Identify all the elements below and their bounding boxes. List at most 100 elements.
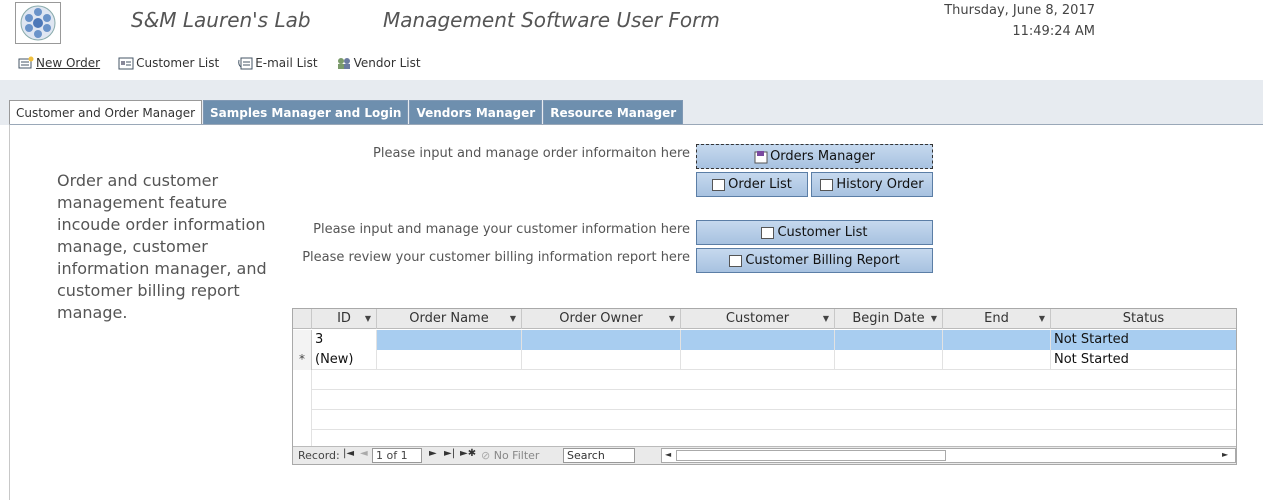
last-record-icon[interactable]: ►| bbox=[444, 448, 455, 459]
cell-status[interactable]: Not Started bbox=[1051, 350, 1236, 370]
column-header-order-name[interactable]: Order Name ▼ bbox=[377, 309, 522, 329]
cell-order-name[interactable] bbox=[377, 330, 522, 350]
new-record-icon[interactable]: ►✱ bbox=[460, 448, 476, 459]
scroll-right-icon[interactable]: ► bbox=[1222, 450, 1228, 459]
orders-manager-icon bbox=[754, 150, 768, 163]
row-selector[interactable] bbox=[293, 330, 312, 350]
search-input[interactable]: Search bbox=[563, 448, 635, 463]
vendor-list-link[interactable]: Vendor List bbox=[336, 56, 421, 70]
orders-manager-button[interactable]: Orders Manager bbox=[696, 144, 933, 169]
sort-arrow-icon[interactable]: ▼ bbox=[931, 309, 937, 328]
select-all-corner[interactable] bbox=[293, 309, 312, 329]
first-record-icon[interactable]: |◄ bbox=[343, 448, 354, 459]
new-order-icon bbox=[18, 56, 34, 69]
vendor-list-label: Vendor List bbox=[353, 56, 421, 70]
record-navigation-bar: Record: |◄ ◄ 1 of 1 ► ►| ►✱ ⊘ No Filter … bbox=[293, 446, 1236, 464]
report-icon bbox=[729, 254, 743, 267]
record-label: Record: bbox=[298, 449, 340, 462]
customer-list-button[interactable]: Customer List bbox=[696, 220, 933, 245]
cell-customer[interactable] bbox=[681, 330, 835, 350]
horizontal-scrollbar[interactable]: ◄ ► bbox=[661, 448, 1236, 463]
sort-arrow-icon[interactable]: ▼ bbox=[823, 309, 829, 328]
customer-list-button-label: Customer List bbox=[777, 225, 868, 240]
current-time: 11:49:24 AM bbox=[1012, 24, 1095, 39]
filter-icon: ⊘ bbox=[481, 449, 494, 462]
column-customer-label: Customer bbox=[725, 311, 790, 326]
datasheet-header: ID ▼ Order Name ▼ Order Owner ▼ Customer ▼ B… bbox=[293, 309, 1236, 329]
column-end-label: End bbox=[984, 311, 1009, 326]
current-record-field[interactable]: 1 of 1 bbox=[372, 448, 422, 463]
customer-billing-report-label: Customer Billing Report bbox=[745, 253, 900, 268]
table-row-new[interactable]: * (New) Not Started bbox=[293, 350, 1236, 370]
tab-resource-manager[interactable]: Resource Manager bbox=[543, 100, 684, 125]
tab-samples-manager-and-login[interactable]: Samples Manager and Login bbox=[203, 100, 409, 125]
order-list-button[interactable]: Order List bbox=[696, 172, 808, 197]
email-list-icon bbox=[238, 57, 253, 70]
sort-arrow-icon[interactable]: ▼ bbox=[1039, 309, 1045, 328]
previous-record-icon[interactable]: ◄ bbox=[360, 448, 368, 459]
scroll-thumb[interactable] bbox=[676, 450, 946, 461]
row-selector bbox=[293, 370, 312, 390]
column-order-owner-label: Order Owner bbox=[559, 311, 643, 326]
column-id-label: ID bbox=[337, 311, 351, 326]
form-icon bbox=[820, 178, 834, 191]
tab-vendors-manager[interactable]: Vendors Manager bbox=[409, 100, 543, 125]
column-header-begin-date[interactable]: Begin Date ▼ bbox=[835, 309, 943, 329]
customer-list-link[interactable]: Customer List bbox=[118, 56, 219, 70]
cell-customer[interactable] bbox=[681, 350, 835, 370]
column-header-order-owner[interactable]: Order Owner ▼ bbox=[522, 309, 681, 329]
order-list-label: Order List bbox=[728, 177, 792, 192]
cell-end[interactable] bbox=[943, 330, 1051, 350]
empty-row bbox=[293, 390, 1236, 410]
no-filter-button[interactable]: ⊘ No Filter bbox=[481, 449, 539, 462]
new-record-selector[interactable]: * bbox=[293, 350, 312, 370]
column-header-end[interactable]: End ▼ bbox=[943, 309, 1051, 329]
hexagon-logo-icon bbox=[20, 5, 56, 41]
new-order-label: New Order bbox=[36, 56, 101, 70]
cell-order-name[interactable] bbox=[377, 350, 522, 370]
table-row[interactable]: 3 Not Started bbox=[293, 330, 1236, 350]
next-record-icon[interactable]: ► bbox=[429, 448, 437, 459]
customer-list-label: Customer List bbox=[136, 56, 220, 70]
scroll-left-icon[interactable]: ◄ bbox=[665, 450, 671, 459]
cell-id[interactable]: (New) bbox=[312, 350, 377, 370]
column-header-customer[interactable]: Customer ▼ bbox=[681, 309, 835, 329]
column-header-id[interactable]: ID ▼ bbox=[312, 309, 377, 329]
form-title: Management Software User Form bbox=[383, 8, 720, 32]
sort-arrow-icon[interactable]: ▼ bbox=[510, 309, 516, 328]
new-order-link[interactable]: New Order bbox=[18, 56, 100, 70]
billing-prompt: Please review your customer billing info… bbox=[302, 250, 690, 265]
row-selector bbox=[293, 410, 312, 430]
cell-status[interactable]: Not Started bbox=[1051, 330, 1236, 350]
current-date: Thursday, June 8, 2017 bbox=[944, 3, 1095, 18]
tab-strip: Customer and Order Manager Samples Manag… bbox=[9, 100, 684, 125]
customer-billing-report-button[interactable]: Customer Billing Report bbox=[696, 248, 933, 273]
no-filter-label: No Filter bbox=[493, 449, 540, 462]
email-list-link[interactable]: E-mail List bbox=[237, 56, 318, 70]
feature-description: Order and customer management feature in… bbox=[57, 171, 267, 322]
column-status-label: Status bbox=[1122, 311, 1165, 326]
app-header: S&M Lauren's Lab Management Software Use… bbox=[0, 0, 1263, 80]
sort-arrow-icon[interactable]: ▼ bbox=[669, 309, 675, 328]
toolbar: New Order Customer List E-mail List Vend… bbox=[18, 56, 439, 70]
sort-arrow-icon[interactable]: ▼ bbox=[365, 309, 371, 328]
cell-begin-date[interactable] bbox=[835, 330, 943, 350]
cell-id[interactable]: 3 bbox=[312, 330, 377, 350]
tab-customer-and-order-manager[interactable]: Customer and Order Manager bbox=[9, 100, 203, 125]
column-header-status[interactable]: Status bbox=[1051, 309, 1236, 329]
customer-list-icon bbox=[118, 57, 134, 70]
form-icon bbox=[761, 226, 775, 239]
column-order-name-label: Order Name bbox=[409, 311, 489, 326]
cell-order-owner[interactable] bbox=[522, 330, 681, 350]
history-order-label: History Order bbox=[836, 177, 924, 192]
row-selector bbox=[293, 390, 312, 410]
app-title: S&M Lauren's Lab bbox=[131, 8, 311, 32]
orders-manager-label: Orders Manager bbox=[770, 149, 875, 164]
history-order-button[interactable]: History Order bbox=[811, 172, 933, 197]
cell-end[interactable] bbox=[943, 350, 1051, 370]
vendor-list-icon bbox=[337, 58, 350, 69]
cell-order-owner[interactable] bbox=[522, 350, 681, 370]
email-list-label: E-mail List bbox=[255, 56, 318, 70]
empty-row bbox=[293, 370, 1236, 390]
cell-begin-date[interactable] bbox=[835, 350, 943, 370]
